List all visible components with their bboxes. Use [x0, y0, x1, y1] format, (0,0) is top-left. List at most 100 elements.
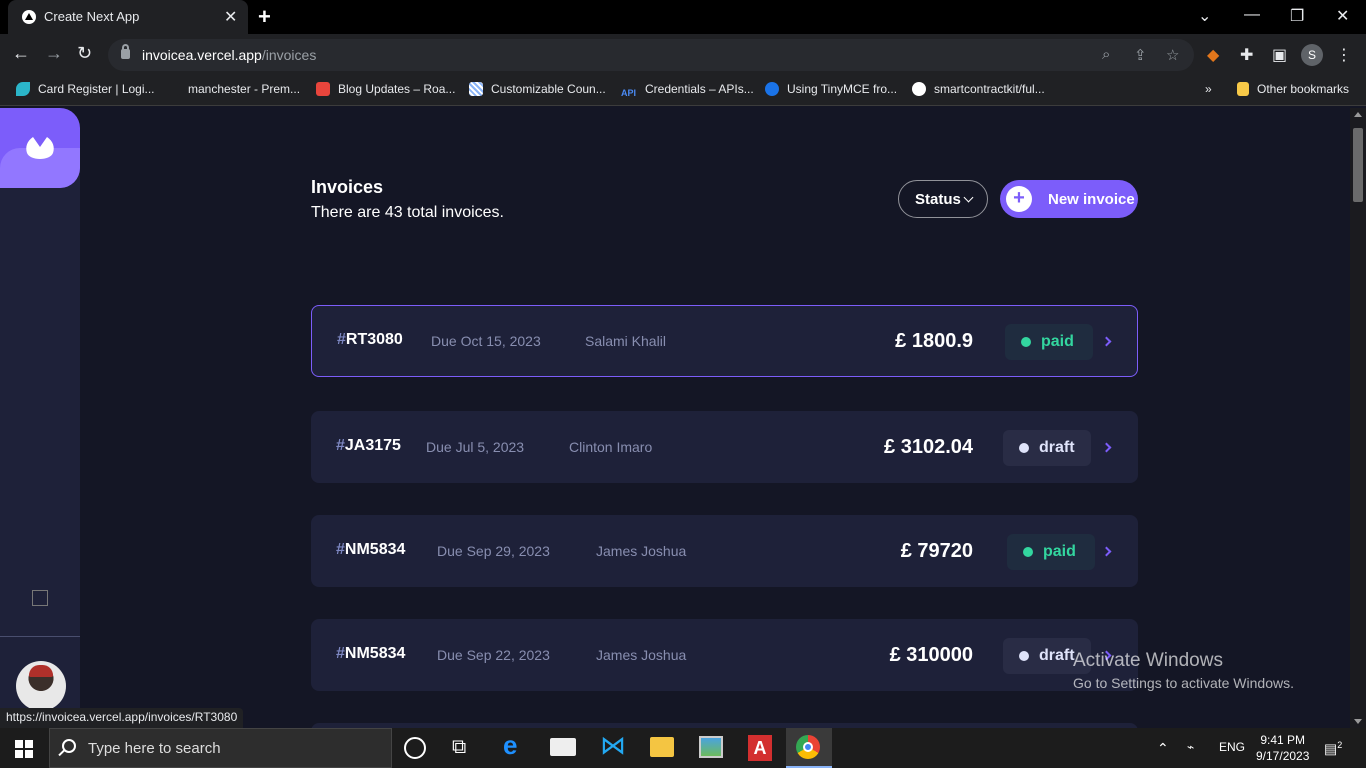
scrollbar-thumb[interactable] — [1353, 128, 1363, 202]
bookmark-4[interactable]: API Credentials – APIs... — [621, 82, 754, 100]
github-icon — [912, 82, 926, 96]
extensions-puzzle-icon[interactable]: ✚ — [1240, 45, 1253, 65]
invoice-row[interactable]: #RT3080 Due Oct 15, 2023 Salami Khalil £… — [311, 305, 1138, 377]
tab-search-icon[interactable]: ⌄ — [1198, 6, 1211, 26]
metamask-fox-icon[interactable]: ◆ — [1207, 45, 1219, 65]
address-bar[interactable]: invoicea.vercel.app/invoices ⌕ ⇪ ☆ — [108, 39, 1194, 71]
api-icon: API — [621, 88, 637, 98]
new-invoice-button[interactable]: + New invoice — [1000, 180, 1138, 218]
bookmarks-overflow-icon[interactable]: » — [1205, 82, 1212, 100]
invoice-amount: £ 310000 — [889, 644, 973, 666]
chevron-right-icon — [1101, 336, 1112, 347]
invoice-client-name: James Joshua — [596, 543, 687, 559]
invoice-id: #NM5834 — [336, 541, 406, 558]
new-invoice-label: New invoice — [1048, 191, 1135, 208]
url-text[interactable]: invoicea.vercel.app/invoices — [142, 47, 316, 63]
network-icon[interactable]: ⌁ — [1187, 740, 1194, 754]
task-view-icon[interactable]: ⧉ — [452, 736, 480, 764]
back-button[interactable]: ← — [12, 43, 30, 64]
browser-menu-icon[interactable]: ⋮ — [1336, 45, 1352, 65]
status-badge: paid — [1005, 324, 1093, 360]
taskbar-search-input[interactable]: Type here to search — [49, 728, 392, 768]
pattern-icon — [469, 82, 483, 96]
status-filter-dropdown[interactable]: Status — [898, 180, 988, 218]
tray-chevron-up-icon[interactable]: ⌃ — [1157, 740, 1169, 757]
new-tab-button[interactable]: + — [258, 4, 271, 30]
invoice-count-text: There are 43 total invoices. — [311, 204, 504, 221]
minimize-button[interactable]: — — [1244, 6, 1260, 24]
invoice-due-date: Due Jul 5, 2023 — [426, 439, 525, 455]
watermark-subtitle: Go to Settings to activate Windows. — [1073, 675, 1294, 691]
plus-icon: + — [1006, 186, 1032, 212]
bookmark-6[interactable]: smartcontractkit/ful... — [912, 82, 1045, 100]
chevron-right-icon — [1101, 442, 1112, 453]
reload-button[interactable]: ↻ — [77, 43, 92, 64]
search-icon[interactable]: ⌕ — [1102, 46, 1110, 63]
app-logo[interactable] — [0, 108, 80, 188]
status-dot-icon — [1019, 443, 1029, 453]
clock-date: 9/17/2023 — [1256, 749, 1310, 763]
tab-close-icon[interactable]: ✕ — [224, 7, 237, 27]
nextjs-favicon-icon — [22, 10, 36, 24]
sidebar — [0, 108, 80, 728]
bookmark-0[interactable]: Card Register | Logi... — [16, 82, 155, 100]
search-icon — [62, 739, 76, 753]
bookmark-1[interactable]: manchester - Prem... — [168, 82, 300, 100]
file-explorer-icon[interactable] — [650, 737, 674, 757]
windows-start-icon[interactable] — [15, 740, 33, 758]
taskbar-search-placeholder: Type here to search — [88, 740, 221, 757]
status-badge: draft — [1003, 430, 1091, 466]
notifications-icon[interactable]: ▤2 — [1324, 740, 1342, 758]
page-title: Invoices — [311, 177, 384, 197]
close-window-button[interactable]: ✕ — [1336, 6, 1349, 26]
status-filter-label: Status — [915, 191, 961, 208]
language-indicator[interactable]: ENG — [1219, 740, 1245, 754]
other-bookmarks[interactable]: Other bookmarks — [1237, 82, 1349, 100]
invoice-row[interactable]: #NM5834 Due Sep 29, 2023 James Joshua £ … — [311, 515, 1138, 587]
invoice-id: #JA3175 — [336, 437, 401, 454]
bookmark-5[interactable]: Using TinyMCE fro... — [765, 82, 897, 100]
bookmark-3[interactable]: Customizable Coun... — [469, 82, 606, 100]
bookmark-star-icon[interactable]: ☆ — [1166, 46, 1179, 64]
bookmark-2[interactable]: Blog Updates – Roa... — [316, 82, 455, 100]
vscode-icon[interactable]: ⋈ — [600, 730, 628, 760]
photos-icon[interactable] — [699, 736, 723, 758]
invoice-row[interactable]: #JA3175 Due Jul 5, 2023 Clinton Imaro £ … — [311, 411, 1138, 483]
forward-button[interactable]: → — [45, 43, 63, 64]
windows-activation-watermark: Activate Windows Go to Settings to activ… — [1073, 650, 1294, 691]
logo-mark-icon — [26, 137, 54, 159]
chevron-down-icon — [963, 192, 974, 203]
profile-avatar[interactable]: S — [1301, 44, 1323, 66]
invoice-amount: £ 1800.9 — [895, 330, 973, 352]
side-panel-icon[interactable]: ▣ — [1272, 45, 1287, 65]
invoice-amount: £ 79720 — [900, 540, 973, 562]
invoice-row[interactable]: #NM5834 Due Sep 22, 2023 James Joshua £ … — [311, 619, 1138, 691]
tinymce-icon — [765, 82, 779, 96]
leaf-icon — [16, 82, 30, 96]
browser-titlebar: Create Next App ✕ + ⌄ — ❐ ✕ — [0, 0, 1366, 34]
cortana-icon[interactable] — [404, 737, 426, 759]
folder-icon — [1237, 82, 1249, 96]
chrome-taskbar-button[interactable] — [786, 728, 832, 768]
edge-icon[interactable]: e — [503, 730, 531, 760]
clock-time: 9:41 PM — [1260, 733, 1306, 747]
invoice-client-name: Salami Khalil — [585, 333, 666, 349]
windows-taskbar: Type here to search ⧉ e ⋈ A ⌃ ⌁ ENG 9:41… — [0, 728, 1366, 768]
restore-button[interactable]: ❐ — [1290, 6, 1304, 26]
invoice-due-date: Due Oct 15, 2023 — [431, 333, 541, 349]
browser-tab[interactable]: Create Next App ✕ — [8, 0, 248, 34]
share-icon[interactable]: ⇪ — [1134, 46, 1147, 64]
status-dot-icon — [1021, 337, 1031, 347]
lion-icon — [168, 82, 180, 96]
acrobat-icon[interactable]: A — [748, 735, 772, 761]
status-dot-icon — [1023, 547, 1033, 557]
mail-icon[interactable] — [550, 738, 576, 756]
page-scrollbar[interactable] — [1350, 108, 1366, 728]
notification-count: 2 — [1337, 740, 1343, 750]
theme-toggle-image[interactable] — [32, 590, 48, 606]
lock-icon[interactable] — [121, 44, 130, 59]
scroll-down-icon[interactable] — [1354, 719, 1362, 724]
taskbar-clock[interactable]: 9:41 PM 9/17/2023 — [1256, 732, 1309, 764]
scroll-up-icon[interactable] — [1354, 112, 1362, 117]
user-avatar[interactable] — [16, 661, 66, 711]
